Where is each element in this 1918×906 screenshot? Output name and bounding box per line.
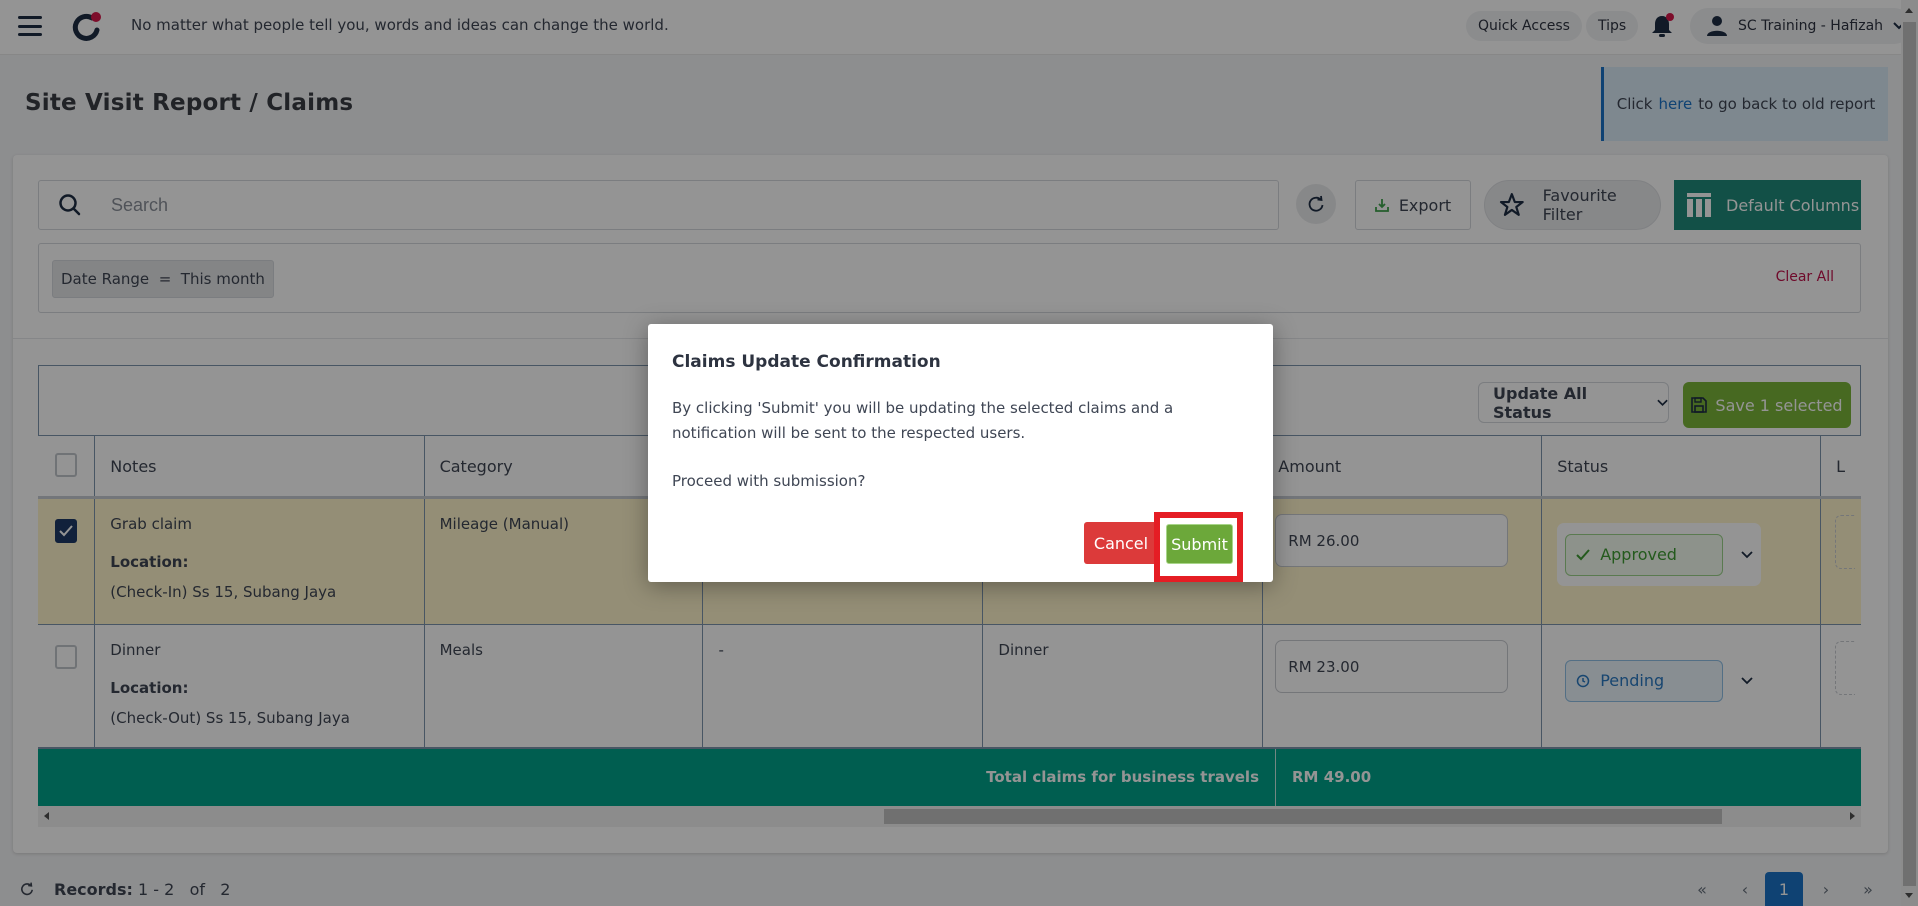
dialog-title: Claims Update Confirmation (672, 352, 941, 372)
dialog-message: By clicking 'Submit' you will be updatin… (672, 399, 1174, 442)
claims-update-confirmation-dialog: Claims Update Confirmation By clicking '… (648, 324, 1273, 582)
dialog-question: Proceed with submission? (672, 472, 866, 490)
cancel-button[interactable]: Cancel (1084, 522, 1158, 564)
submit-button[interactable]: Submit (1166, 524, 1233, 564)
